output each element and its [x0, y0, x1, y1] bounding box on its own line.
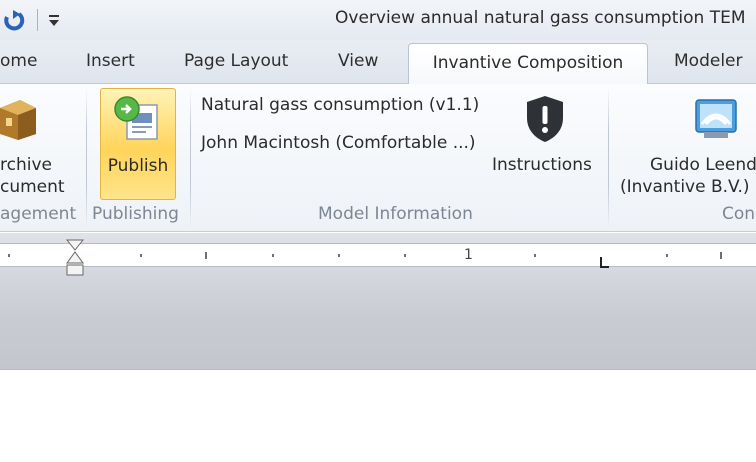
instructions-button[interactable]: Instructions — [490, 88, 600, 200]
archive-label-line1: rchive — [0, 155, 52, 175]
tab-insert[interactable]: Insert — [86, 51, 135, 71]
ruler-area: 1 — [0, 233, 756, 370]
tab-stop-marker[interactable] — [600, 254, 610, 268]
ruler-tick — [205, 252, 207, 259]
ruler-tick — [666, 254, 668, 257]
contact-card-icon — [692, 94, 740, 142]
instructions-label: Instructions — [492, 155, 592, 175]
archive-box-icon — [0, 94, 40, 142]
customize-quick-access-icon[interactable] — [47, 11, 61, 29]
tab-invantive-composition[interactable]: Invantive Composition — [408, 43, 648, 85]
archive-document-button[interactable]: rchive cument — [0, 84, 82, 200]
indent-marker-icon[interactable] — [65, 239, 85, 277]
ruler-tick — [404, 254, 406, 257]
ruler-number: 1 — [464, 247, 473, 263]
tab-home[interactable]: ome — [0, 51, 37, 71]
tab-page-layout[interactable]: Page Layout — [184, 51, 288, 71]
group-label-management: agement — [0, 204, 77, 224]
shield-exclamation-icon — [523, 94, 567, 144]
quick-access-separator — [37, 9, 38, 31]
contact-label-line1: Guido Leend — [650, 155, 756, 175]
publish-button[interactable]: Publish — [100, 88, 176, 200]
group-separator — [190, 88, 191, 228]
tab-modeler[interactable]: Modeler — [674, 51, 743, 71]
group-separator — [86, 88, 87, 228]
contact-label-line2: (Invantive B.V.) — [620, 177, 750, 197]
window-title: Overview annual natural gass consumption… — [335, 8, 746, 28]
ribbon-panel: rchive cument agement Publish Publishing… — [0, 84, 756, 232]
group-label-contact: Con — [722, 204, 756, 224]
tab-invantive-composition-label: Invantive Composition — [432, 53, 624, 73]
title-bar: Overview annual natural gass consumption… — [0, 0, 756, 40]
undo-icon[interactable] — [2, 8, 26, 32]
contact-button[interactable]: Guido Leend (Invantive B.V.) — [618, 88, 756, 200]
publish-label: Publish — [107, 156, 169, 176]
ruler-tick — [8, 254, 10, 257]
ruler-tick — [272, 254, 274, 257]
horizontal-ruler[interactable]: 1 — [0, 243, 756, 268]
tab-view[interactable]: View — [338, 51, 378, 71]
model-user-field[interactable]: John Macintosh (Comfortable ...) — [201, 132, 476, 154]
group-separator — [608, 88, 609, 228]
archive-label-line2: cument — [0, 177, 65, 197]
ribbon-tabs: ome Insert Page Layout View Invantive Co… — [0, 40, 756, 85]
publish-icon — [113, 95, 163, 143]
ruler-tick — [534, 254, 536, 257]
group-label-model-information: Model Information — [318, 204, 473, 224]
document-page[interactable] — [0, 371, 756, 462]
ruler-tick — [338, 254, 340, 257]
group-label-publishing: Publishing — [92, 204, 179, 224]
model-name-field[interactable]: Natural gass consumption (v1.1) — [201, 94, 479, 116]
ruler-tick — [720, 252, 722, 259]
ruler-tick — [140, 254, 142, 257]
